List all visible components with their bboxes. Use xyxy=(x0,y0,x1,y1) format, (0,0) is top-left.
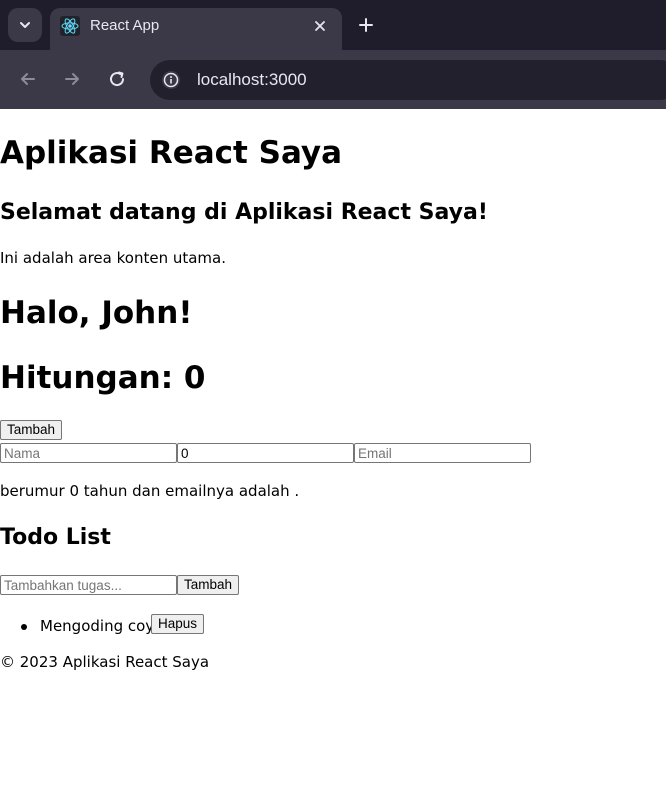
tab-close-button[interactable] xyxy=(310,16,330,36)
main-content-text: Ini adalah area konten utama. xyxy=(0,249,226,267)
react-logo-icon xyxy=(60,16,80,36)
chevron-down-icon xyxy=(20,22,30,28)
browser-toolbar: localhost:3000 xyxy=(0,50,666,109)
new-tab-button[interactable] xyxy=(354,13,378,37)
close-icon xyxy=(315,21,325,31)
plus-icon xyxy=(359,18,373,32)
reload-button[interactable] xyxy=(103,65,131,93)
forward-button[interactable] xyxy=(58,65,86,93)
todo-heading: Todo List xyxy=(0,525,111,550)
page-content: Aplikasi React Saya Selamat datang di Ap… xyxy=(0,109,666,802)
tab-title: React App xyxy=(90,17,160,34)
todo-delete-button[interactable]: Hapus xyxy=(151,614,205,634)
back-button[interactable] xyxy=(14,65,42,93)
greeting-heading: Halo, John! xyxy=(0,295,193,331)
address-bar[interactable]: localhost:3000 xyxy=(150,60,666,100)
tab-search-button[interactable] xyxy=(8,8,42,42)
bullet-icon xyxy=(21,624,27,630)
email-input[interactable] xyxy=(354,443,531,463)
browser-tab-active[interactable]: React App xyxy=(50,8,342,50)
info-icon[interactable] xyxy=(160,69,182,91)
app-title: Aplikasi React Saya xyxy=(0,135,343,171)
reload-icon xyxy=(110,71,125,87)
browser-tab-bar: React App xyxy=(0,0,666,50)
summary-text: berumur 0 tahun dan emailnya adalah . xyxy=(0,482,300,500)
todo-item-text: Mengoding coy xyxy=(40,617,155,635)
counter-add-button[interactable]: Tambah xyxy=(0,420,63,440)
todo-input[interactable] xyxy=(0,575,177,595)
todo-add-button[interactable]: Tambah xyxy=(177,575,240,595)
age-input[interactable] xyxy=(177,443,354,463)
footer-text: © 2023 Aplikasi React Saya xyxy=(0,653,210,671)
arrow-left-icon xyxy=(21,73,35,85)
welcome-heading: Selamat datang di Aplikasi React Saya! xyxy=(0,200,488,225)
url-text: localhost:3000 xyxy=(197,70,307,89)
counter-heading: Hitungan: 0 xyxy=(0,360,206,396)
arrow-right-icon xyxy=(65,73,79,85)
name-input[interactable] xyxy=(0,443,177,463)
